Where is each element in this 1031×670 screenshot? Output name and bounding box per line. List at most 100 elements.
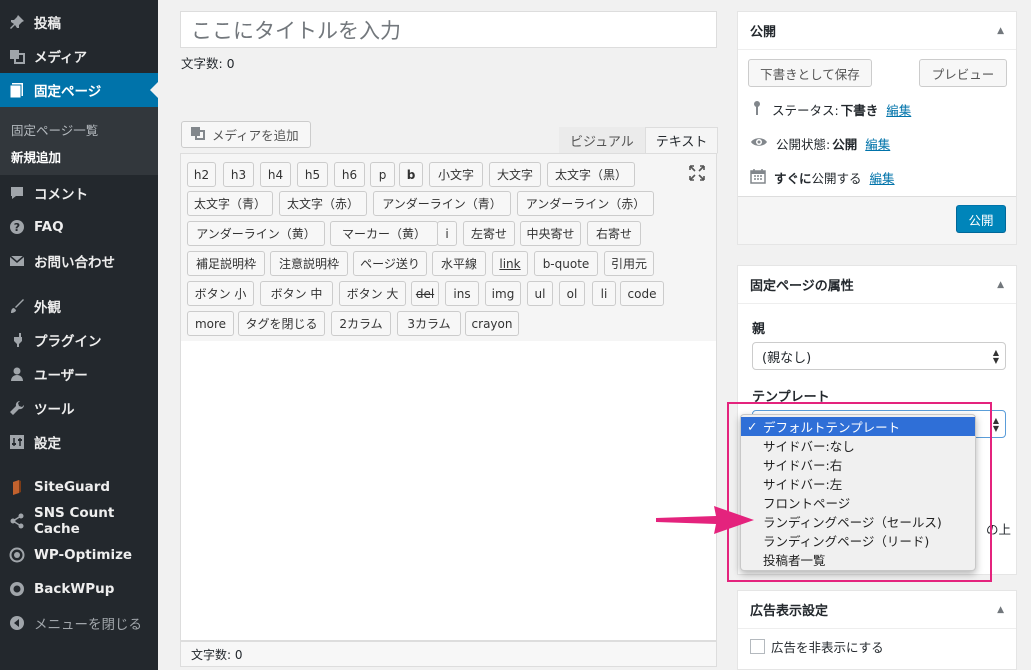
publish-box-header[interactable]: 公開 ▲	[738, 12, 1016, 50]
add-media-button[interactable]: メディアを追加	[181, 121, 311, 148]
quicktag-button[interactable]: 太文字（青）	[187, 191, 273, 216]
quicktag-button[interactable]: b-quote	[534, 251, 598, 276]
schedule-immediately: すぐに	[774, 171, 812, 186]
mail-icon	[9, 253, 25, 269]
quicktag-button[interactable]: 大文字	[489, 162, 541, 187]
menu-item-sns-count-cache[interactable]: SNS Count Cache	[0, 504, 158, 538]
optimize-icon	[9, 547, 25, 563]
ad-settings-header[interactable]: 広告表示設定 ▲	[738, 591, 1016, 629]
word-count-top: 文字数: 0	[181, 56, 235, 71]
quicktag-button[interactable]: アンダーライン（赤）	[517, 191, 654, 216]
menu-item-contact[interactable]: お問い合わせ	[0, 244, 158, 278]
quicktags-toolbar: h2 h3 h4 h5 h6 p b 小文字 大文字 太文字（黒） 太文字（青） 太文字（赤） アンダー…	[180, 153, 717, 342]
quicktag-button[interactable]: アンダーライン（青）	[373, 191, 511, 216]
quicktag-button[interactable]: 太文字（赤）	[279, 191, 367, 216]
quicktag-button[interactable]: crayon	[465, 311, 519, 336]
quicktag-button[interactable]: del	[411, 281, 439, 306]
menu-item-backwpup[interactable]: BackWPup	[0, 572, 158, 606]
menu-item-media[interactable]: メディア	[0, 39, 158, 73]
quicktag-button[interactable]: li	[592, 281, 616, 306]
menu-item-users[interactable]: ユーザー	[0, 357, 158, 391]
submenu-add-new[interactable]: 新規追加	[11, 147, 61, 166]
menu-item-wp-optimize[interactable]: WP-Optimize	[0, 538, 158, 572]
quicktag-button[interactable]: 引用元	[604, 251, 654, 276]
svg-text:?: ?	[14, 221, 20, 234]
menu-item-siteguard[interactable]: SiteGuard	[0, 470, 158, 504]
content-textarea[interactable]	[180, 341, 717, 641]
quicktag-button[interactable]: code	[620, 281, 664, 306]
menu-label: 投稿	[34, 16, 61, 32]
menu-item-pages[interactable]: 固定ページ	[0, 73, 158, 107]
menu-label: お問い合わせ	[34, 255, 115, 271]
menu-item-posts[interactable]: 投稿	[0, 5, 158, 39]
title-input[interactable]: ここにタイトルを入力	[180, 11, 717, 48]
quicktag-button[interactable]: 左寄せ	[463, 221, 515, 246]
quicktag-button[interactable]: more	[187, 311, 234, 336]
brush-icon	[9, 298, 25, 314]
select-arrows-icon: ▲ ▼	[992, 416, 999, 433]
menu-item-settings[interactable]: 設定	[0, 425, 158, 459]
question-icon: ?	[9, 219, 25, 235]
quicktag-button[interactable]: ページ送り	[353, 251, 427, 276]
menu-item-faq[interactable]: ? FAQ	[0, 210, 158, 244]
quicktag-button[interactable]: 太文字（黒）	[547, 162, 635, 187]
quicktag-button[interactable]: img	[485, 281, 521, 306]
quicktag-button[interactable]: h3	[223, 162, 254, 187]
quicktag-button[interactable]: ol	[559, 281, 585, 306]
menu-label: FAQ	[34, 219, 64, 235]
quicktag-button[interactable]: h4	[260, 162, 291, 187]
collapse-icon	[9, 615, 25, 631]
quicktag-button[interactable]: 右寄せ	[587, 221, 641, 246]
quicktag-button[interactable]: ボタン 大	[339, 281, 406, 306]
menu-item-comments[interactable]: コメント	[0, 176, 158, 210]
menu-item-appearance[interactable]: 外観	[0, 289, 158, 323]
quicktag-button[interactable]: 注意説明枠	[270, 251, 348, 276]
quicktag-button[interactable]: ボタン 小	[187, 281, 254, 306]
menu-item-tools[interactable]: ツール	[0, 391, 158, 425]
menu-label: プラグイン	[34, 334, 102, 350]
quicktag-button[interactable]: h2	[187, 162, 216, 187]
quicktag-button[interactable]: ul	[527, 281, 553, 306]
page-attributes-title: 固定ページの属性	[750, 279, 854, 294]
publish-button[interactable]: 公開	[956, 205, 1006, 233]
publish-box: 公開 ▲ 下書きとして保存 プレビュー ステータス: 下書き 編集 公開状態: …	[737, 11, 1017, 245]
quicktag-button[interactable]: タグを閉じる	[238, 311, 325, 336]
quicktag-button[interactable]: 水平線	[432, 251, 486, 276]
hide-ads-row[interactable]: 広告を非表示にする	[750, 637, 884, 656]
quicktag-button[interactable]: h5	[297, 162, 328, 187]
submenu-all-pages[interactable]: 固定ページ一覧	[11, 120, 98, 139]
collapse-up-icon[interactable]: ▲	[997, 26, 1004, 36]
quicktag-button[interactable]: b	[399, 162, 423, 187]
quicktag-button[interactable]: h6	[334, 162, 365, 187]
tab-text[interactable]: テキスト	[644, 127, 719, 154]
quicktag-button[interactable]: ボタン 中	[260, 281, 333, 306]
quicktag-button[interactable]: ins	[445, 281, 479, 306]
page-attributes-header[interactable]: 固定ページの属性 ▲	[738, 266, 1016, 304]
pointer-arrow-icon	[656, 506, 754, 534]
quicktag-button[interactable]: 補足説明枠	[187, 251, 265, 276]
quicktag-button[interactable]: link	[492, 251, 528, 276]
highlight-frame	[727, 402, 992, 582]
quicktag-button[interactable]: i	[437, 221, 457, 246]
quicktag-button[interactable]: アンダーライン（黄）	[187, 221, 325, 246]
menu-item-plugins[interactable]: プラグイン	[0, 323, 158, 357]
fullscreen-icon[interactable]	[688, 164, 706, 182]
visibility-edit-link[interactable]: 編集	[865, 134, 890, 153]
collapse-menu[interactable]: メニューを閉じる	[0, 606, 158, 640]
schedule-edit-link[interactable]: 編集	[870, 168, 895, 187]
quicktag-button[interactable]: 小文字	[429, 162, 483, 187]
tab-visual[interactable]: ビジュアル	[559, 127, 645, 154]
quicktag-button[interactable]: マーカー（黄）	[330, 221, 438, 246]
quicktag-button[interactable]: 2カラム	[331, 311, 391, 336]
collapse-up-icon[interactable]: ▲	[997, 280, 1004, 290]
collapse-up-icon[interactable]: ▲	[997, 605, 1004, 615]
quicktag-button[interactable]: 3カラム	[397, 311, 461, 336]
quicktag-button[interactable]: p	[370, 162, 395, 187]
preview-button[interactable]: プレビュー	[919, 59, 1007, 87]
visibility-label: 公開状態:	[776, 137, 831, 152]
quicktag-button[interactable]: 中央寄せ	[520, 221, 581, 246]
save-draft-button[interactable]: 下書きとして保存	[748, 59, 872, 87]
status-edit-link[interactable]: 編集	[886, 100, 911, 119]
hide-ads-checkbox[interactable]	[750, 639, 765, 654]
parent-select[interactable]: (親なし) ▲ ▼	[752, 342, 1006, 370]
